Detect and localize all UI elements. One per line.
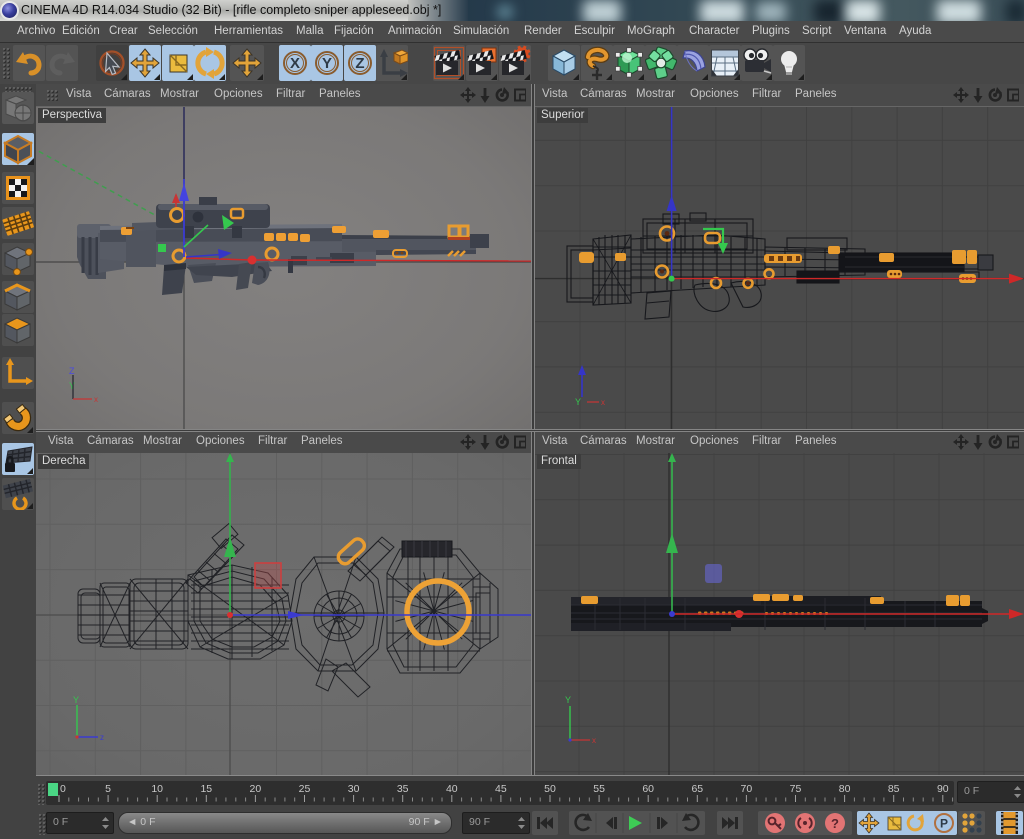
svg-text:X: X bbox=[290, 55, 300, 72]
svg-text:0: 0 bbox=[60, 783, 66, 795]
svg-text:40: 40 bbox=[446, 783, 458, 795]
svg-text:?: ? bbox=[831, 816, 839, 831]
svg-text:Z: Z bbox=[69, 366, 75, 376]
svg-text:70: 70 bbox=[741, 783, 753, 795]
svg-text:x: x bbox=[601, 398, 605, 407]
svg-text:15: 15 bbox=[200, 783, 212, 795]
svg-text:55: 55 bbox=[593, 783, 605, 795]
svg-text:Y: Y bbox=[575, 397, 581, 407]
svg-text:Y: Y bbox=[565, 695, 571, 705]
svg-text:Z: Z bbox=[355, 55, 364, 72]
svg-text:85: 85 bbox=[888, 783, 900, 795]
svg-text:90: 90 bbox=[937, 783, 949, 795]
svg-text:z: z bbox=[100, 733, 104, 742]
svg-text:75: 75 bbox=[790, 783, 802, 795]
svg-text:5: 5 bbox=[105, 783, 111, 795]
svg-text:Y: Y bbox=[322, 55, 332, 72]
svg-text:45: 45 bbox=[495, 783, 507, 795]
svg-text:80: 80 bbox=[839, 783, 851, 795]
svg-text:35: 35 bbox=[397, 783, 409, 795]
svg-text:Y: Y bbox=[69, 381, 75, 391]
svg-text:20: 20 bbox=[250, 783, 262, 795]
svg-text:30: 30 bbox=[348, 783, 360, 795]
svg-text:65: 65 bbox=[691, 783, 703, 795]
svg-text:Y: Y bbox=[73, 695, 79, 705]
svg-text:P: P bbox=[940, 817, 948, 831]
svg-text:50: 50 bbox=[544, 783, 556, 795]
svg-text:x: x bbox=[592, 736, 596, 745]
svg-text:25: 25 bbox=[299, 783, 311, 795]
svg-text:10: 10 bbox=[151, 783, 163, 795]
svg-text:60: 60 bbox=[642, 783, 654, 795]
svg-text:x: x bbox=[94, 395, 98, 404]
